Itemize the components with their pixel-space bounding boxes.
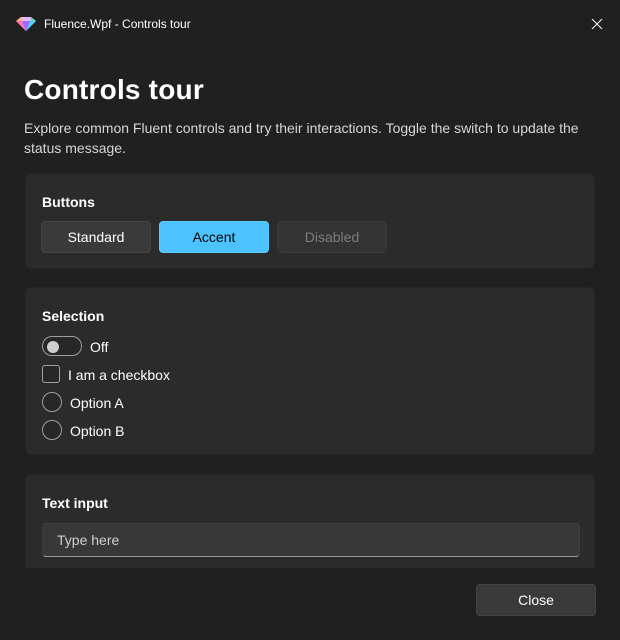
buttons-card: Buttons Standard Accent Disabled — [25, 173, 595, 269]
checkbox-label[interactable]: I am a checkbox — [68, 367, 170, 383]
page-title: Controls tour — [24, 74, 204, 105]
fluence-gem-icon — [16, 17, 36, 31]
buttons-card-title: Buttons — [42, 194, 95, 210]
sample-checkbox[interactable] — [42, 365, 60, 383]
radio-option-b[interactable] — [42, 420, 62, 440]
selection-card-title: Selection — [42, 308, 105, 324]
radio-option-a[interactable] — [42, 392, 62, 412]
accent-button[interactable]: Accent — [159, 221, 269, 253]
radio-option-a-label[interactable]: Option A — [70, 395, 124, 411]
page-description: Explore common Fluent controls and try t… — [24, 120, 579, 156]
content-scroll-area[interactable]: Buttons Standard Accent Disabled Selecti… — [0, 166, 620, 568]
selection-card: Selection Off I am a checkbox Option A O… — [25, 287, 595, 455]
radio-option-b-label[interactable]: Option B — [70, 423, 124, 439]
window-close-button[interactable] — [586, 13, 608, 35]
text-input-field[interactable] — [42, 523, 580, 557]
status-toggle-switch[interactable] — [42, 336, 82, 356]
window-title: Fluence.Wpf - Controls tour — [44, 17, 191, 31]
close-icon — [591, 18, 603, 30]
toggle-knob — [47, 341, 59, 353]
close-button[interactable]: Close — [476, 584, 596, 616]
text-input-card: Text input — [25, 474, 595, 568]
disabled-button: Disabled — [277, 221, 387, 253]
standard-button[interactable]: Standard — [41, 221, 151, 253]
toggle-label: Off — [90, 339, 109, 355]
text-input-card-title: Text input — [42, 495, 108, 511]
title-bar: Fluence.Wpf - Controls tour — [0, 0, 620, 48]
